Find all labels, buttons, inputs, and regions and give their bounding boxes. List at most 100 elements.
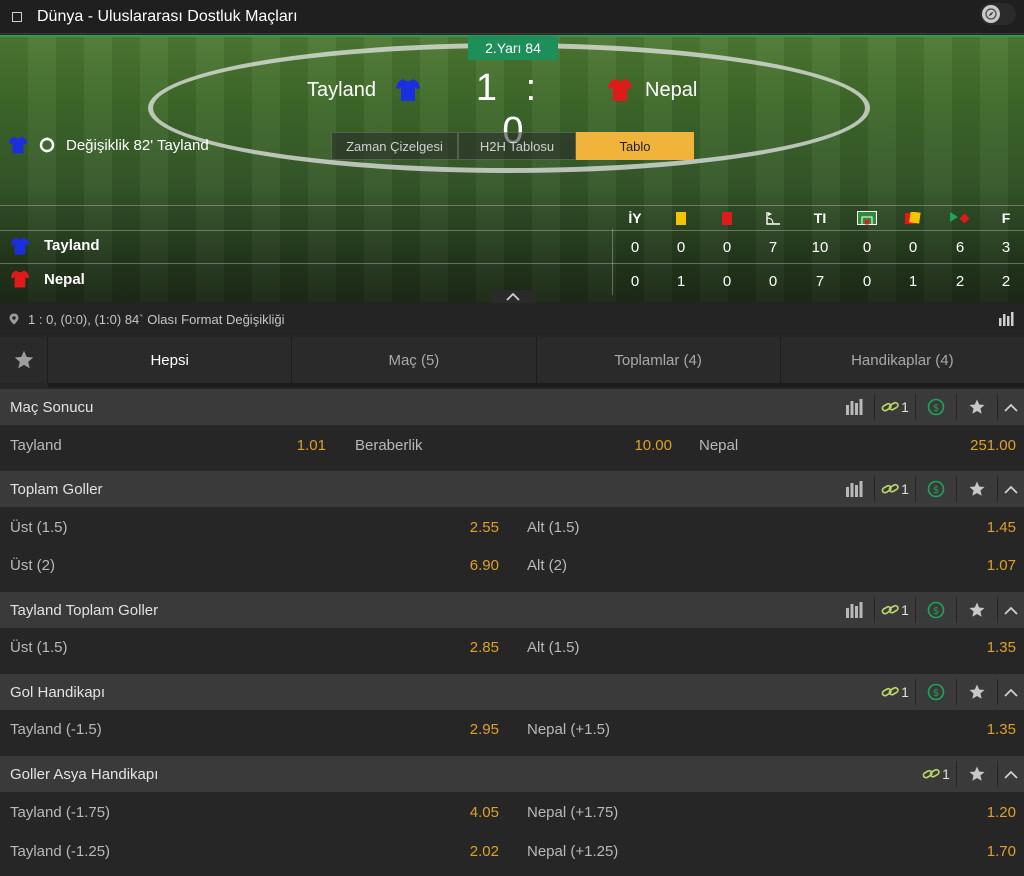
- cashout-icon[interactable]: $: [916, 389, 956, 425]
- tab-match[interactable]: Maç (5): [292, 337, 537, 383]
- stat-away-penalty: 0: [862, 272, 872, 290]
- outcome-label: Alt (2): [527, 557, 568, 574]
- link-count: 1: [901, 684, 909, 700]
- stat-away-yellow: 1: [676, 272, 686, 290]
- chevron-up-icon[interactable]: [998, 674, 1024, 710]
- stat-home-ti: 10: [811, 238, 829, 256]
- tab-h2h[interactable]: H2H Tablosu: [458, 132, 576, 160]
- chevron-up-icon[interactable]: [998, 389, 1024, 425]
- odds-button[interactable]: 1.70: [946, 843, 1016, 860]
- live-toggle[interactable]: [980, 3, 1016, 25]
- chevron-up-icon: [506, 293, 520, 301]
- outcome-label: Üst (2): [10, 557, 55, 574]
- tab-table[interactable]: Tablo: [576, 132, 694, 160]
- stat-home-yellow: 0: [676, 238, 686, 256]
- market-row: Tayland (-1.5) 2.95 Nepal (+1.5) 1.35: [0, 711, 1024, 749]
- market-header-team-total-goals[interactable]: Tayland Toplam Goller 1 $: [0, 592, 1024, 628]
- market-tabs: Hepsi Maç (5) Toplamlar (4) Handikaplar …: [0, 337, 1024, 387]
- stats-bars-icon[interactable]: [998, 312, 1014, 326]
- link-icon[interactable]: 1: [875, 389, 915, 425]
- market-header-match-result[interactable]: Maç Sonucu 1 $: [0, 389, 1024, 425]
- tab-totals[interactable]: Toplamlar (4): [537, 337, 781, 383]
- top-bar: Dünya - Uluslararası Dostluk Maçları: [0, 0, 1024, 34]
- cashout-icon[interactable]: $: [916, 674, 956, 710]
- stats-home-name: Tayland: [44, 237, 100, 254]
- market-header-total-goals[interactable]: Toplam Goller 1 $: [0, 471, 1024, 507]
- star-icon[interactable]: [957, 389, 997, 425]
- odds-button[interactable]: 1.20: [946, 804, 1016, 821]
- link-count: 1: [901, 399, 909, 415]
- odds-button[interactable]: 2.55: [439, 519, 499, 536]
- outcome-label: Nepal (+1.25): [527, 843, 619, 860]
- market-row: Üst (2) 6.90 Alt (2) 1.07: [0, 547, 1024, 585]
- odds-button[interactable]: 1.35: [946, 721, 1016, 738]
- tab-all[interactable]: Hepsi: [48, 337, 293, 383]
- cashout-icon[interactable]: $: [916, 592, 956, 628]
- star-icon[interactable]: [957, 592, 997, 628]
- market-header-goal-handicap[interactable]: Gol Handikapı 1 $: [0, 674, 1024, 710]
- odds-button[interactable]: 10.00: [612, 437, 672, 454]
- yellow-card-icon: [666, 207, 696, 229]
- odds-button[interactable]: 6.90: [439, 557, 499, 574]
- last-event-text: Değişiklik 82' Tayland: [66, 136, 209, 154]
- stats-bars-icon[interactable]: [834, 471, 874, 507]
- odds-button[interactable]: 1.01: [266, 437, 326, 454]
- link-icon[interactable]: 1: [875, 592, 915, 628]
- outcome-label: Alt (1.5): [527, 639, 580, 656]
- odds-button[interactable]: 2.95: [439, 721, 499, 738]
- market-title: Goller Asya Handikapı: [10, 765, 159, 783]
- tab-handicaps[interactable]: Handikaplar (4): [781, 337, 1024, 383]
- stat-header-f: F: [1001, 210, 1011, 226]
- home-jersey-icon: [8, 136, 28, 154]
- penalty-area-icon: [852, 207, 882, 229]
- star-icon[interactable]: [957, 471, 997, 507]
- score-separator: :: [525, 67, 539, 109]
- odds-button[interactable]: 1.45: [946, 519, 1016, 536]
- compass-icon: [982, 5, 1000, 23]
- stat-home-corner: 7: [768, 238, 778, 256]
- link-icon[interactable]: 1: [875, 471, 915, 507]
- market-header-asian-handicap[interactable]: Goller Asya Handikapı 1: [0, 756, 1024, 792]
- star-icon[interactable]: [957, 674, 997, 710]
- tab-timeline[interactable]: Zaman Çizelgesi: [331, 132, 458, 160]
- stat-header-ti: TI: [813, 210, 827, 226]
- free-kick-icon: [945, 207, 975, 229]
- collapse-scoreboard-button[interactable]: [491, 290, 535, 303]
- stat-home-freekick: 6: [955, 238, 965, 256]
- star-icon: [14, 350, 33, 369]
- chevron-up-icon[interactable]: [998, 471, 1024, 507]
- star-icon[interactable]: [957, 756, 997, 792]
- home-jersey-icon: [396, 79, 420, 101]
- odds-button[interactable]: 2.02: [439, 843, 499, 860]
- favorites-tab[interactable]: [0, 337, 48, 383]
- match-stats-table: İY TI F Tayland 0 0 0 7 10 0 0 6 3 Nepal…: [0, 205, 1024, 303]
- stats-bars-icon[interactable]: [834, 592, 874, 628]
- odds-button[interactable]: 4.05: [439, 804, 499, 821]
- stat-header-iy: İY: [628, 210, 642, 226]
- link-count: 1: [901, 481, 909, 497]
- odds-button[interactable]: 2.85: [439, 639, 499, 656]
- link-icon[interactable]: 1: [875, 674, 915, 710]
- cashout-icon[interactable]: $: [916, 471, 956, 507]
- odds-button[interactable]: 1.07: [946, 557, 1016, 574]
- stat-away-red: 0: [722, 272, 732, 290]
- stats-bars-icon[interactable]: [834, 389, 874, 425]
- substitution-icon: [39, 137, 55, 153]
- svg-text:$: $: [933, 688, 939, 699]
- svg-text:$: $: [933, 485, 939, 496]
- outcome-label: Nepal: [699, 437, 739, 454]
- stat-away-iy: 0: [630, 272, 640, 290]
- chevron-up-icon[interactable]: [998, 592, 1024, 628]
- checkbox[interactable]: [12, 11, 22, 22]
- market-title: Gol Handikapı: [10, 683, 106, 701]
- home-jersey-icon: [10, 237, 30, 255]
- chevron-up-icon[interactable]: [998, 756, 1024, 792]
- svg-text:$: $: [933, 403, 939, 414]
- odds-button[interactable]: 1.35: [946, 639, 1016, 656]
- outcome-label: Tayland (-1.5): [10, 721, 102, 738]
- link-count: 1: [942, 766, 950, 782]
- odds-button[interactable]: 251.00: [946, 437, 1016, 454]
- link-icon[interactable]: 1: [916, 756, 956, 792]
- home-score: 1: [475, 67, 499, 109]
- outcome-label: Tayland: [10, 437, 62, 454]
